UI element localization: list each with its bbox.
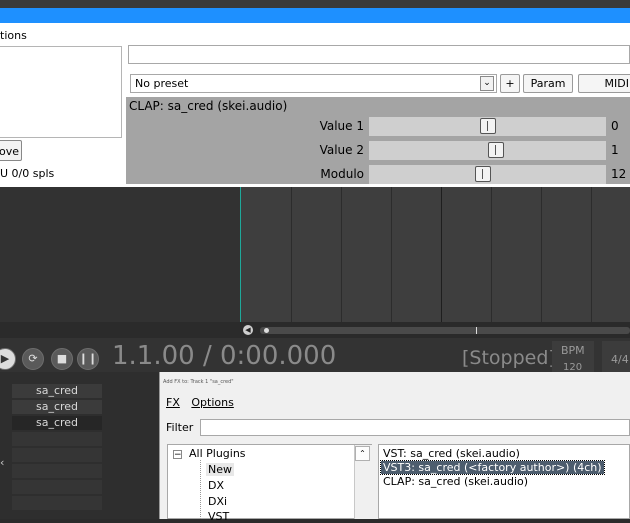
filter-input[interactable] (200, 419, 630, 436)
tree-item-vst[interactable]: VST (208, 510, 229, 523)
tree-guide-line (200, 460, 202, 519)
fx-slot-empty[interactable] (12, 448, 102, 462)
window-top-strip (0, 0, 630, 8)
preset-name-field[interactable] (128, 45, 630, 64)
add-preset-button[interactable]: + (500, 74, 520, 93)
dialog-menu: FX Options (166, 396, 242, 409)
chevron-down-icon[interactable]: ⌄ (480, 76, 494, 91)
param-label-value-1: Value 1 (319, 119, 364, 133)
grid-line (341, 187, 342, 322)
midi-button[interactable]: MIDI (578, 74, 630, 93)
dialog-title: Add FX to: Track 1 "sa_cred" (163, 379, 234, 385)
param-label-value-2: Value 2 (319, 143, 364, 157)
preset-select[interactable]: No preset ⌄ (130, 74, 497, 93)
preset-select-value: No preset (135, 77, 189, 90)
fx-chain-list[interactable] (0, 46, 122, 138)
tree-item-dx[interactable]: DX (208, 479, 224, 492)
menu-options[interactable]: Options (191, 396, 233, 409)
menu-fx[interactable]: FX (166, 396, 180, 409)
cpu-usage-text: U 0/0 spls (0, 167, 55, 180)
tree-item-dxi[interactable]: DXi (208, 495, 227, 508)
track-control-panel[interactable] (0, 187, 241, 322)
slider-thumb[interactable] (488, 142, 504, 158)
plugin-item-selected[interactable]: VST3: sa_cred (<factory author>) (4ch) (380, 460, 605, 475)
bpm-label: BPM (561, 344, 585, 357)
param-value-2: 1 (611, 143, 619, 157)
scrollbar-thumb[interactable] (260, 327, 630, 334)
grid-line (491, 187, 492, 322)
track-chevron-icon[interactable]: ‹ (0, 456, 4, 469)
stop-icon[interactable]: ■ (51, 348, 73, 370)
param-label-modulo: Modulo (320, 167, 364, 181)
scroll-position-icon (264, 328, 269, 333)
grid-line (591, 187, 592, 322)
remove-button[interactable]: ove (0, 140, 22, 161)
grid-line (441, 187, 442, 322)
tree-item-all-plugins[interactable]: All Plugins (189, 447, 246, 460)
param-slider-value-1[interactable] (369, 117, 606, 136)
grid-line (291, 187, 292, 322)
param-value-1: 0 (611, 119, 619, 133)
window-title-bar (0, 8, 630, 23)
plugin-title: CLAP: sa_cred (skei.audio) (129, 99, 288, 113)
slider-thumb[interactable] (480, 118, 496, 134)
grid-line (541, 187, 542, 322)
plugin-item[interactable]: CLAP: sa_cred (skei.audio) (383, 475, 528, 488)
fx-slot-empty[interactable] (12, 464, 102, 478)
fx-slot[interactable]: sa_cred (12, 384, 102, 398)
filter-label: Filter (166, 421, 194, 434)
play-state: [Stopped] (462, 347, 556, 369)
param-slider-modulo[interactable] (369, 165, 606, 184)
edit-cursor (240, 187, 241, 322)
fx-slot-empty[interactable] (12, 432, 102, 446)
scroll-left-icon[interactable]: ◀ (243, 325, 253, 335)
time-signature: 4/4 (611, 353, 629, 366)
repeat-icon[interactable]: ⟳ (22, 348, 44, 370)
param-button[interactable]: Param (523, 74, 573, 93)
pause-icon[interactable]: ❙❙ (77, 348, 99, 370)
collapse-icon[interactable]: − (173, 450, 182, 460)
param-value-modulo: 12 (611, 167, 627, 181)
fx-slot[interactable]: sa_cred (12, 416, 102, 430)
tree-item-new[interactable]: New (206, 463, 234, 476)
plugin-item[interactable]: VST: sa_cred (skei.audio) (383, 447, 520, 460)
fx-slot-empty[interactable] (12, 496, 102, 510)
chevron-up-icon[interactable]: ⌃ (355, 446, 370, 461)
time-display[interactable]: 1.1.00 / 0:00.000 (112, 341, 336, 371)
param-slider-value-2[interactable] (369, 141, 606, 160)
menu-options[interactable]: tions (0, 29, 27, 42)
fx-slot-empty[interactable] (12, 480, 102, 494)
scroll-marker-icon (476, 327, 477, 334)
fx-slot[interactable]: sa_cred (12, 400, 102, 414)
slider-thumb[interactable] (475, 166, 491, 182)
grid-line (391, 187, 392, 322)
